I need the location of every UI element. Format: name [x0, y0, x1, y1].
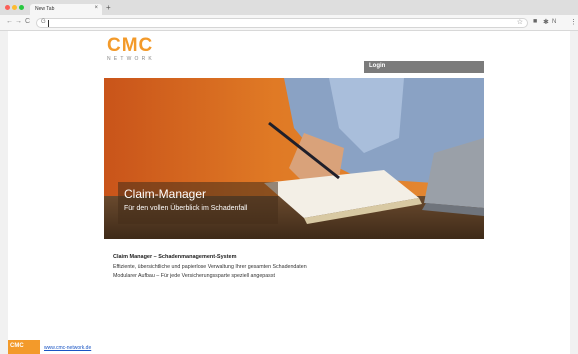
browser-toolbar: ← → C G ☆ ■ ✱ N ⋮ — [0, 15, 578, 31]
maximize-window-icon[interactable] — [19, 5, 24, 10]
reload-button[interactable]: C — [25, 18, 30, 25]
cmc-logo[interactable]: CMC NETWORK — [107, 36, 155, 62]
login-button[interactable]: Login — [364, 61, 484, 73]
new-tab-button[interactable]: + — [106, 3, 111, 12]
bookmark-star-icon[interactable]: ☆ — [517, 18, 523, 26]
search-engine-icon: G — [41, 19, 46, 25]
hero-banner: Claim-Manager Für den vollen Überblick i… — [104, 78, 484, 239]
hero-caption-box: Claim-Manager Für den vollen Überblick i… — [118, 182, 278, 224]
product-description: Claim Manager – Schadenmanagement-System… — [104, 248, 484, 293]
footer-logo[interactable]: CMC — [8, 340, 40, 354]
browser-tab-bar: New Tab × + — [0, 0, 578, 15]
product-title: Claim Manager – Schadenmanagement-System — [113, 254, 237, 260]
extensions-puzzle-icon[interactable]: ✱ — [543, 18, 549, 26]
tab-title: New Tab — [35, 6, 55, 12]
hero-title: Claim-Manager — [124, 187, 207, 201]
profile-icon[interactable]: N — [552, 19, 556, 25]
product-feature-line: Effiziente, übersichtliche und papierlos… — [113, 264, 307, 270]
logo-wordmark: CMC — [107, 35, 154, 56]
browser-menu-icon[interactable]: ⋮ — [570, 18, 577, 26]
logo-tagline: NETWORK — [107, 56, 155, 62]
back-button[interactable]: ← — [6, 18, 13, 25]
tab-close-icon[interactable]: × — [94, 5, 98, 11]
forward-button[interactable]: → — [15, 18, 22, 25]
extension-icon[interactable]: ■ — [533, 18, 537, 25]
page-content: CMC NETWORK Login Claim-Manager Für den … — [8, 31, 570, 354]
hero-subtitle: Für den vollen Überblick im Schadenfall — [124, 205, 248, 212]
browser-tab[interactable]: New Tab × — [30, 4, 102, 15]
address-bar[interactable]: G ☆ — [36, 18, 528, 28]
text-caret — [48, 20, 49, 27]
login-label: Login — [369, 63, 386, 69]
footer-logo-text: CMC — [10, 343, 24, 349]
close-window-icon[interactable] — [5, 5, 10, 10]
product-feature-line: Modularer Aufbau – Für jede Versicherung… — [113, 273, 275, 279]
minimize-window-icon[interactable] — [12, 5, 17, 10]
footer-website-link[interactable]: www.cmc-network.de — [44, 345, 91, 351]
